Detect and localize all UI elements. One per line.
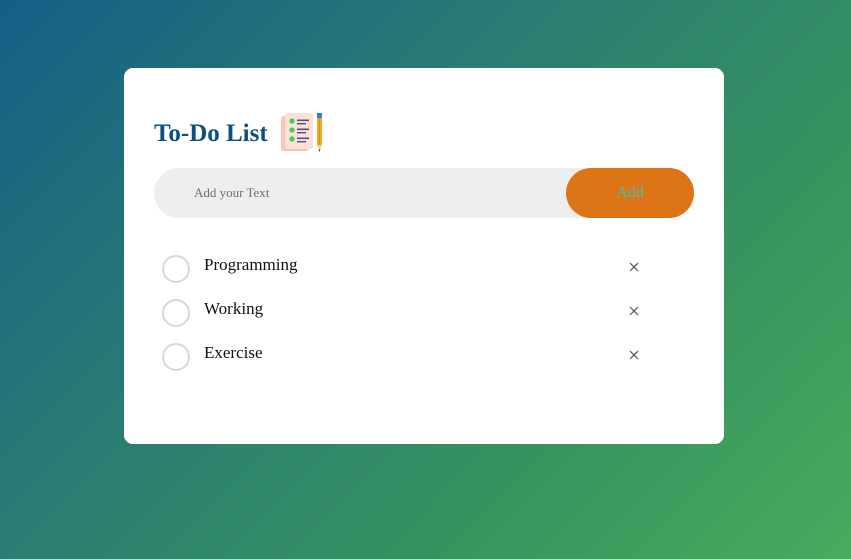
list-item[interactable]: Working: [162, 290, 652, 334]
task-label: Programming: [204, 255, 298, 274]
add-button[interactable]: Add: [566, 168, 694, 218]
todo-card: To-Do List Add Programming: [124, 68, 724, 444]
task-checkbox[interactable]: [162, 299, 190, 327]
task-checkbox[interactable]: [162, 255, 190, 283]
close-icon[interactable]: [625, 302, 643, 320]
task-list: Programming Working Exercise: [162, 246, 652, 378]
notepad-pencil-icon: [280, 113, 322, 152]
task-label: Working: [204, 299, 264, 318]
title-row: To-Do List: [154, 112, 325, 154]
task-checkbox[interactable]: [162, 343, 190, 371]
list-item[interactable]: Exercise: [162, 334, 652, 378]
page-title: To-Do List: [154, 119, 268, 147]
list-item[interactable]: Programming: [162, 246, 652, 290]
task-label: Exercise: [204, 343, 263, 362]
task-input[interactable]: [194, 168, 554, 218]
close-icon[interactable]: [625, 258, 643, 276]
close-icon[interactable]: [625, 346, 643, 364]
add-task-bar: Add: [154, 168, 694, 218]
